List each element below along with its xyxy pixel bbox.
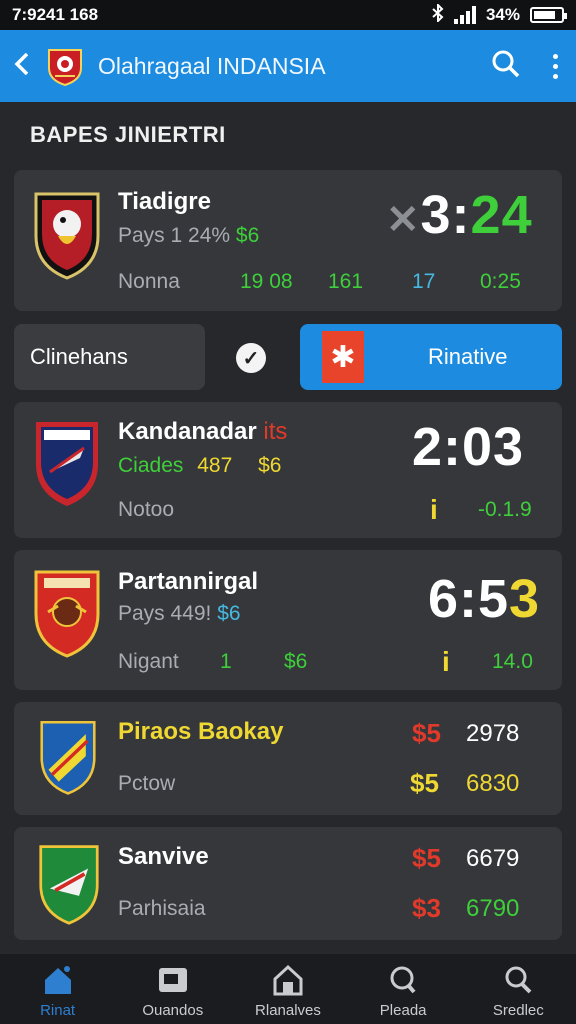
nav-item-chat[interactable]: Pleada xyxy=(348,964,458,1019)
match-score: 6:53 xyxy=(428,569,541,629)
delta-value: -0.1.9 xyxy=(478,498,532,521)
filter-right-label: Rinative xyxy=(428,344,508,369)
match-meta-label: Parhisaia xyxy=(118,897,206,920)
strike-icon: ✕ xyxy=(386,198,421,242)
search-icon[interactable] xyxy=(491,49,521,84)
price-tag: $5 xyxy=(412,718,441,748)
value-label: 2978 xyxy=(466,720,520,747)
team-crest-icon xyxy=(39,845,99,925)
team-name: Piraos Baokay xyxy=(118,718,284,745)
delta-value: 14.0 xyxy=(492,650,533,673)
back-arrow-icon[interactable] xyxy=(12,47,42,86)
stat-value: 161 xyxy=(328,270,364,293)
app-bar: Olahragaal INDANSIA xyxy=(0,30,576,102)
federation-emblem-icon xyxy=(48,49,82,86)
match-card-1[interactable]: Tiadigre Pays 1 24% $6 ✕3:24 Nonna 19 08… xyxy=(14,170,562,311)
team-name: Partannirgal xyxy=(118,568,259,595)
stat-value: 19 08 xyxy=(240,270,293,293)
chat-search-icon xyxy=(390,966,416,994)
more-vert-icon[interactable] xyxy=(547,53,564,79)
team-crest-icon xyxy=(34,192,100,280)
team-crest-icon xyxy=(34,570,100,658)
check-icon[interactable]: ✓ xyxy=(236,343,266,373)
team-subtitle: Ciades 487 $6 xyxy=(118,454,282,477)
team-name: Kandanadar its xyxy=(118,418,288,445)
match-meta-label: Nigant xyxy=(118,650,179,673)
match-meta-label: Pctow xyxy=(118,772,176,795)
match-score: 2:03 xyxy=(412,417,525,477)
nav-item-home[interactable]: Rinat xyxy=(3,964,113,1019)
value-label: 6830 xyxy=(466,770,520,797)
stat-value: 17 xyxy=(412,270,436,293)
match-meta-label: Notoo xyxy=(118,498,175,521)
match-card-4[interactable]: Piraos Baokay Pctow $5 2978 $5 6830 xyxy=(14,702,562,815)
search-icon xyxy=(505,966,532,994)
price-tag: $5 xyxy=(412,843,441,873)
stat-value: 1 xyxy=(220,650,232,673)
nav-item-search[interactable]: Sredlec xyxy=(463,964,573,1019)
team-subtitle: Pays 449! $6 xyxy=(118,602,241,625)
filter-left-label: Clinehans xyxy=(30,344,128,369)
info-marker: i xyxy=(442,646,450,677)
stat-value: $6 xyxy=(284,650,308,673)
match-card-3[interactable]: Partannirgal Pays 449! $6 6:53 Nigant 1 … xyxy=(14,550,562,690)
signal-icon xyxy=(453,6,476,24)
bottom-navigation: Rinat Ouandos Rlanalves Pleada Sredlec xyxy=(0,954,576,1024)
team-name: Sanvive xyxy=(118,843,209,870)
team-subtitle: Pays 1 24% $6 xyxy=(118,224,260,247)
value-label: 6790 xyxy=(466,895,520,922)
price-tag: $5 xyxy=(410,768,439,798)
flag-icon: ✱ xyxy=(322,331,364,383)
nav-item-house[interactable]: Rlanalves xyxy=(233,964,343,1019)
battery-icon xyxy=(530,7,567,23)
house-icon xyxy=(273,964,303,996)
home-icon xyxy=(44,966,71,994)
section-title: BAPES JINIERTRI xyxy=(30,122,226,147)
battery-percent: 34% xyxy=(485,5,520,24)
filter-left-button[interactable]: Clinehans xyxy=(14,324,205,390)
bluetooth-icon xyxy=(432,2,444,27)
value-label: 6679 xyxy=(466,845,520,872)
team-crest-icon xyxy=(40,720,96,795)
nav-item-gallery[interactable]: Ouandos xyxy=(118,964,228,1019)
match-score: ✕3:24 xyxy=(386,185,533,245)
status-bar: 7:9241 168 34% xyxy=(0,0,576,30)
info-marker: i xyxy=(430,494,438,525)
filter-right-button[interactable]: ✱ Rinative xyxy=(300,324,562,390)
app-title: Olahragaal INDANSIA xyxy=(98,52,326,79)
team-crest-icon xyxy=(36,422,98,506)
status-icons: 34% xyxy=(432,2,567,27)
stat-value: 0:25 xyxy=(480,270,521,293)
match-card-5[interactable]: Sanvive Parhisaia $5 6679 $3 6790 xyxy=(14,827,562,940)
match-card-2[interactable]: Kandanadar its Ciades 487 $6 2:03 Notoo … xyxy=(14,402,562,538)
gallery-icon xyxy=(158,968,187,992)
price-tag: $3 xyxy=(412,893,441,923)
team-name: Tiadigre xyxy=(118,188,211,215)
match-meta-label: Nonna xyxy=(118,270,180,293)
status-time: 7:9241 168 xyxy=(12,5,99,24)
